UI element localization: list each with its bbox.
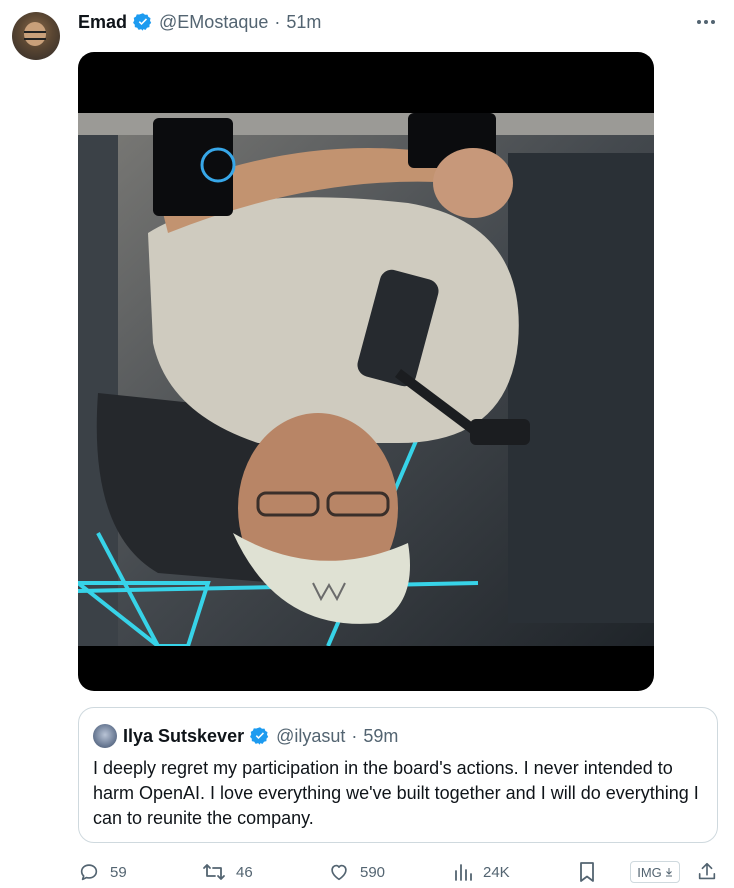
reply-button[interactable]: 59 — [78, 858, 127, 886]
bookmark-button[interactable] — [578, 858, 596, 886]
tweet-timestamp[interactable]: 51m — [286, 12, 321, 33]
more-dots-icon — [696, 19, 716, 25]
author-handle[interactable]: @EMostaque — [159, 12, 268, 33]
separator-dot: · — [351, 725, 358, 746]
quoted-tweet-header: Ilya Sutskever @ilyasut · 59m — [93, 724, 398, 748]
repost-icon — [202, 861, 226, 883]
quoted-author-handle[interactable]: @ilyasut — [276, 726, 345, 747]
share-button[interactable] — [696, 858, 718, 886]
tweet-media-video[interactable] — [78, 52, 654, 691]
view-count: 24K — [483, 863, 510, 881]
reply-count: 59 — [110, 863, 127, 881]
like-count: 590 — [360, 863, 386, 881]
repost-count: 46 — [236, 863, 253, 881]
reply-icon — [78, 861, 100, 883]
more-options-button[interactable] — [692, 10, 720, 34]
heart-icon — [328, 861, 350, 883]
quoted-tweet-timestamp[interactable]: 59m — [363, 726, 398, 747]
video-frame — [78, 113, 654, 646]
separator-dot: · — [274, 11, 281, 32]
tweet-action-bar: 59 46 590 24K IMG — [78, 858, 724, 886]
quoted-tweet-text: I deeply regret my participation in the … — [93, 758, 699, 828]
views-chart-icon — [453, 862, 473, 882]
quoted-tweet-card[interactable]: Ilya Sutskever @ilyasut · 59m I deeply r… — [78, 707, 718, 843]
video-frame-illustration — [78, 113, 654, 646]
verified-badge-icon — [133, 12, 153, 32]
bookmark-icon — [578, 861, 596, 883]
views-button[interactable]: 24K — [453, 858, 510, 886]
like-button[interactable]: 590 — [328, 858, 385, 886]
tweet-header: Emad @EMostaque · 51m — [78, 10, 321, 34]
author-avatar[interactable] — [12, 12, 60, 60]
quoted-author-avatar[interactable] — [93, 724, 117, 748]
img-badge-label: IMG — [637, 864, 662, 880]
verified-badge-icon — [250, 726, 270, 746]
share-icon — [696, 861, 718, 883]
repost-button[interactable]: 46 — [202, 858, 253, 886]
download-small-icon — [665, 867, 673, 877]
author-name[interactable]: Emad — [78, 12, 127, 33]
img-badge[interactable]: IMG — [630, 861, 680, 883]
quoted-author-name[interactable]: Ilya Sutskever — [123, 726, 244, 747]
avatar-glasses — [24, 31, 46, 40]
